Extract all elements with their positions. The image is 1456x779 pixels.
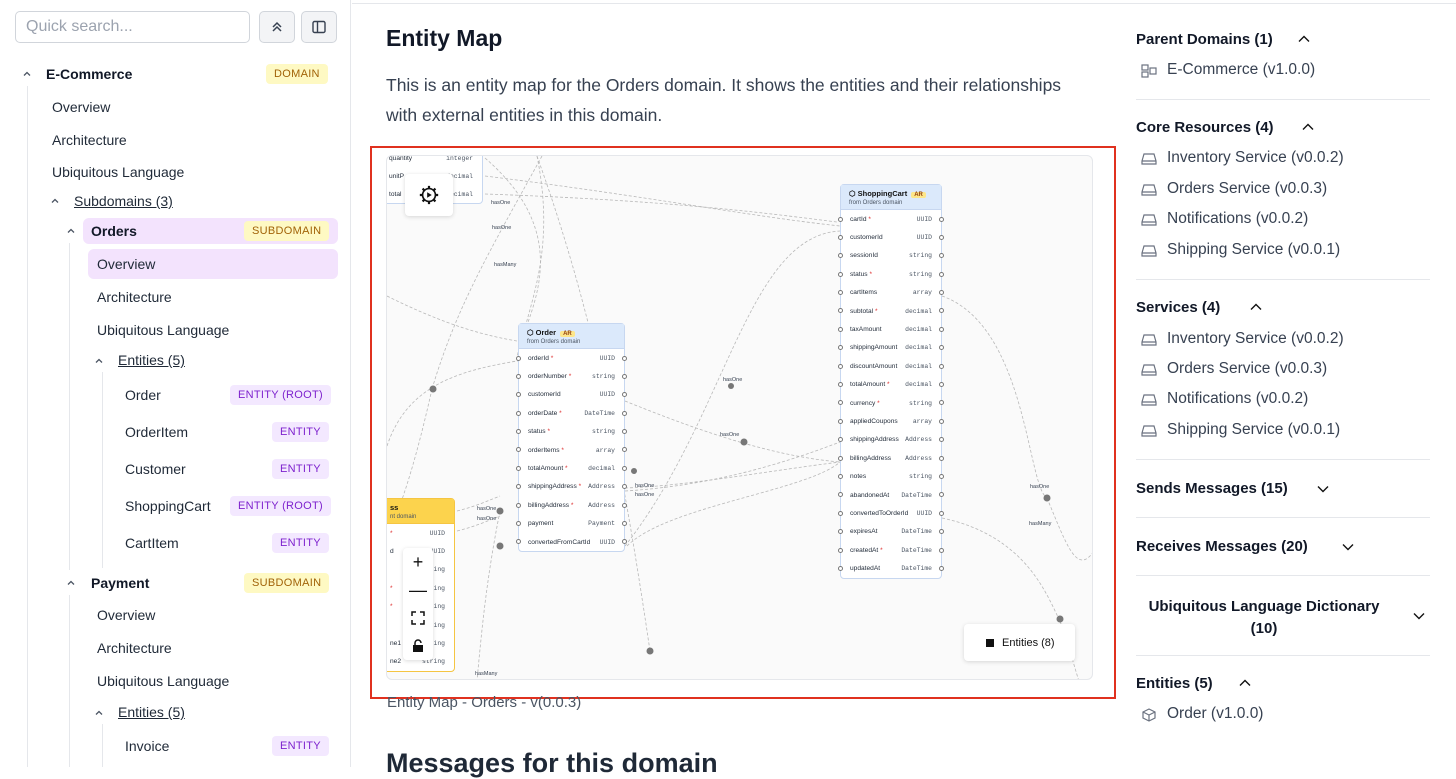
divider — [1136, 99, 1430, 100]
sidebar-item-payment-ubiquitous-language[interactable]: Ubiquitous Language — [97, 673, 229, 689]
sidebar-item-ubiquitous-language[interactable]: Ubiquitous Language — [52, 164, 184, 180]
sidebar-panel-icon — [312, 20, 326, 34]
toggle-sidebar-button[interactable] — [301, 11, 337, 43]
sidebar-item-invoice[interactable]: Invoice — [125, 738, 169, 754]
chevron-up-icon[interactable] — [94, 356, 104, 366]
chevron-up-icon[interactable] — [66, 578, 76, 588]
divider — [1136, 459, 1430, 460]
core-resource-link[interactable]: Inventory Service (v0.0.2) — [1167, 149, 1344, 167]
divider — [1136, 279, 1430, 280]
dictionary-count: (10) — [1250, 620, 1278, 637]
entity-root-badge: ENTITY (ROOT) — [230, 385, 331, 405]
chevron-down-icon[interactable] — [1317, 485, 1329, 493]
chevron-up-icon[interactable] — [1302, 123, 1314, 131]
server-icon — [1141, 425, 1157, 437]
chevron-up-icon[interactable] — [1298, 35, 1310, 43]
sidebar-item-entities[interactable]: Entities (5) — [118, 352, 185, 368]
chevron-up-icon[interactable] — [50, 196, 60, 206]
divider — [1136, 655, 1430, 656]
sends-messages-heading[interactable]: Sends Messages (15) — [1136, 480, 1288, 497]
sidebar-item-payment-overview[interactable]: Overview — [97, 607, 155, 623]
parent-domains-heading[interactable]: Parent Domains (1) — [1136, 31, 1273, 48]
domain-badge: DOMAIN — [266, 64, 328, 84]
services-heading[interactable]: Services (4) — [1136, 299, 1220, 316]
core-resource-link[interactable]: Orders Service (v0.0.3) — [1167, 180, 1327, 198]
sidebar-item-ecommerce[interactable]: E-Commerce — [46, 66, 132, 82]
collapse-all-button[interactable] — [259, 11, 295, 43]
service-link[interactable]: Orders Service (v0.0.3) — [1167, 360, 1327, 378]
sidebar: E-Commerce DOMAIN Overview Architecture … — [0, 0, 351, 767]
service-link[interactable]: Inventory Service (v0.0.2) — [1167, 330, 1344, 348]
chevron-down-icon[interactable] — [1342, 543, 1354, 551]
chevron-up-icon[interactable] — [1239, 679, 1251, 687]
selection-highlight-frame — [370, 146, 1116, 699]
sidebar-item-orders-architecture[interactable]: Architecture — [97, 289, 172, 305]
sidebar-item-orderitem[interactable]: OrderItem — [125, 424, 188, 440]
entity-badge: ENTITY — [272, 422, 329, 442]
server-icon — [1141, 245, 1157, 257]
server-icon — [1141, 214, 1157, 226]
chevron-up-icon[interactable] — [1250, 303, 1262, 311]
sidebar-item-payment-architecture[interactable]: Architecture — [97, 640, 172, 656]
sidebar-item-payment-entities[interactable]: Entities (5) — [118, 704, 185, 720]
core-resource-link[interactable]: Shipping Service (v0.0.1) — [1167, 241, 1340, 259]
sidebar-item-orders[interactable]: Orders — [91, 223, 137, 239]
core-resource-link[interactable]: Notifications (v0.0.2) — [1167, 210, 1308, 228]
chevron-up-icon[interactable] — [94, 708, 104, 718]
server-icon — [1141, 153, 1157, 165]
entity-badge: ENTITY — [272, 736, 329, 756]
page-description: This is an entity map for the Orders dom… — [386, 75, 1062, 125]
entities-heading[interactable]: Entities (5) — [1136, 675, 1213, 692]
chevron-up-icon[interactable] — [66, 226, 76, 236]
right-sidebar — [1118, 0, 1456, 767]
entity-badge: ENTITY — [272, 459, 329, 479]
parent-domain-link[interactable]: E-Commerce (v1.0.0) — [1167, 61, 1315, 79]
sidebar-item-customer[interactable]: Customer — [125, 461, 186, 477]
service-link[interactable]: Notifications (v0.0.2) — [1167, 390, 1308, 408]
subdomain-badge: SUBDOMAIN — [244, 221, 330, 241]
sidebar-item-subdomains[interactable]: Subdomains (3) — [74, 193, 173, 209]
dictionary-heading[interactable]: Ubiquitous Language Dictionary (10) — [1136, 596, 1392, 640]
server-icon — [1141, 364, 1157, 376]
sidebar-item-cartitem[interactable]: CartItem — [125, 535, 179, 551]
chevron-down-icon[interactable] — [1413, 612, 1425, 620]
domain-icon — [1141, 64, 1157, 78]
core-resources-heading[interactable]: Core Resources (4) — [1136, 119, 1274, 136]
chevron-up-icon[interactable] — [22, 69, 32, 79]
entity-badge: ENTITY — [272, 533, 329, 553]
page-title: Entity Map — [386, 25, 503, 51]
dictionary-title: Ubiquitous Language Dictionary — [1148, 598, 1380, 615]
section-heading-messages: Messages for this domain — [386, 748, 718, 778]
chevrons-up-icon — [272, 21, 282, 32]
sidebar-item-orders-overview[interactable]: Overview — [97, 256, 155, 272]
server-icon — [1141, 334, 1157, 346]
sidebar-item-payment[interactable]: Payment — [91, 575, 149, 591]
server-icon — [1141, 184, 1157, 196]
search-input[interactable] — [15, 11, 250, 43]
sidebar-item-order[interactable]: Order — [125, 387, 161, 403]
entity-map-caption: Entity Map - Orders - v(0.0.3) — [387, 694, 582, 711]
divider — [1136, 517, 1430, 518]
service-link[interactable]: Shipping Service (v0.0.1) — [1167, 421, 1340, 439]
entity-link[interactable]: Order (v1.0.0) — [1167, 705, 1263, 723]
sidebar-item-shoppingcart[interactable]: ShoppingCart — [125, 498, 211, 514]
entity-root-badge: ENTITY (ROOT) — [230, 496, 331, 516]
sidebar-item-architecture[interactable]: Architecture — [52, 132, 127, 148]
cube-icon — [1142, 708, 1156, 722]
divider — [1136, 575, 1430, 576]
sidebar-item-overview[interactable]: Overview — [52, 99, 110, 115]
sidebar-item-orders-ubiquitous-language[interactable]: Ubiquitous Language — [97, 322, 229, 338]
server-icon — [1141, 394, 1157, 406]
subdomain-badge: SUBDOMAIN — [244, 573, 330, 593]
receives-messages-heading[interactable]: Receives Messages (20) — [1136, 538, 1308, 555]
